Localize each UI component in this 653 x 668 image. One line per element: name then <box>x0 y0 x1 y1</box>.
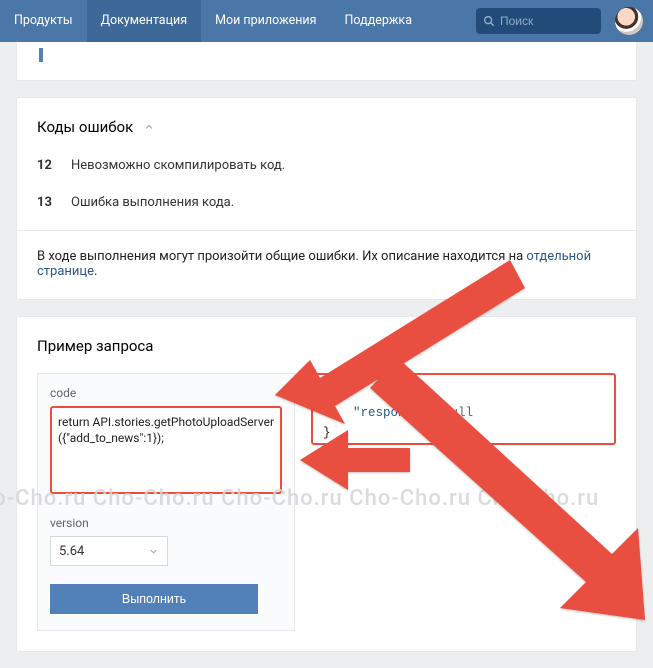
request-pane: code return API.stories.getPhotoUploadSe… <box>37 373 295 631</box>
note-prefix: В ходе выполнения могут произойти общие … <box>37 249 526 264</box>
response-brace-open: { <box>323 383 604 403</box>
error-message: Ошибка выполнения кода. <box>71 195 234 210</box>
nav-item-0[interactable]: Продукты <box>0 0 87 42</box>
error-codes-title: Коды ошибок <box>37 118 133 136</box>
error-codes-heading[interactable]: Коды ошибок <box>37 118 616 136</box>
example-title: Пример запроса <box>37 337 616 355</box>
run-button[interactable]: Выполнить <box>50 584 258 614</box>
note-suffix: . <box>94 264 97 279</box>
code-input[interactable]: return API.stories.getPhotoUploadServer(… <box>50 406 282 494</box>
nav-item-2[interactable]: Мои приложения <box>201 0 330 42</box>
previous-section-tail <box>16 42 637 81</box>
response-line: "response": null <box>323 403 604 423</box>
error-row: 12 Невозможно скомпилировать код. <box>37 158 616 173</box>
error-message: Невозможно скомпилировать код. <box>71 158 285 173</box>
version-value: 5.64 <box>59 544 84 559</box>
search-icon <box>482 14 496 28</box>
example-request-card: Пример запроса code return API.stories.g… <box>16 316 637 652</box>
version-label: version <box>50 516 282 530</box>
general-errors-note: В ходе выполнения могут произойти общие … <box>37 249 616 279</box>
error-code: 12 <box>37 158 71 173</box>
version-select[interactable]: 5.64 <box>50 536 168 566</box>
error-row: 13 Ошибка выполнения кода. <box>37 195 616 210</box>
error-code: 13 <box>37 195 71 210</box>
code-label: code <box>50 386 282 400</box>
response-brace-close: } <box>323 423 604 443</box>
divider <box>17 230 636 231</box>
error-codes-card: Коды ошибок 12 Невозможно скомпилировать… <box>16 97 637 300</box>
response-pane: { "response": null } <box>311 373 616 445</box>
nav-item-3[interactable]: Поддержка <box>330 0 426 42</box>
avatar[interactable] <box>615 7 643 35</box>
search-box[interactable] <box>476 8 601 34</box>
chevron-down-icon <box>148 546 159 557</box>
search-input[interactable] <box>500 14 590 28</box>
nav-item-1[interactable]: Документация <box>87 0 202 42</box>
chevron-up-icon <box>143 121 155 133</box>
section-marker <box>39 48 43 62</box>
top-nav: ПродуктыДокументацияМои приложенияПоддер… <box>0 0 653 42</box>
